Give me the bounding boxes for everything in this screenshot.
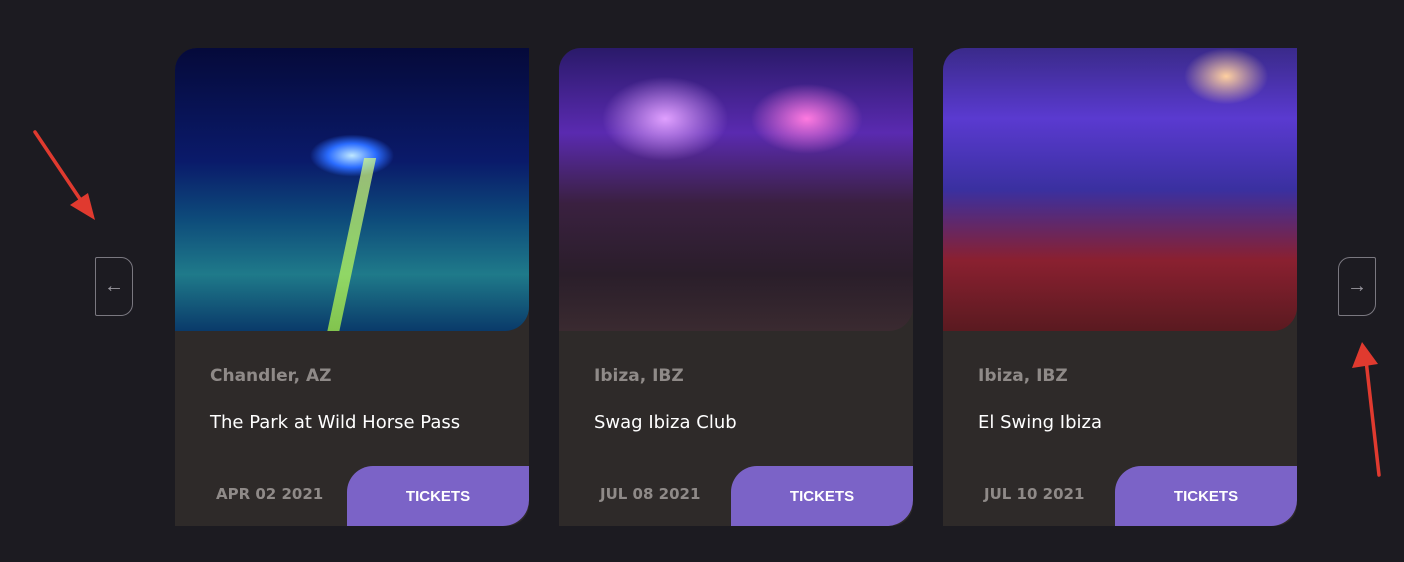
event-venue: El Swing Ibiza <box>978 412 1103 433</box>
tickets-button[interactable]: TICKETS <box>1115 466 1297 526</box>
event-location: Ibiza, IBZ <box>594 366 684 386</box>
prev-slide-button[interactable]: ← <box>95 257 133 316</box>
event-image <box>943 48 1297 331</box>
tickets-button[interactable]: TICKETS <box>731 466 913 526</box>
annotation-arrow-left <box>33 130 95 220</box>
event-image <box>559 48 913 331</box>
event-image <box>175 48 529 331</box>
event-date: JUL 08 2021 <box>600 485 701 503</box>
event-card: Ibiza, IBZ El Swing Ibiza JUL 10 2021 TI… <box>943 48 1297 526</box>
event-location: Chandler, AZ <box>210 366 332 386</box>
event-location: Ibiza, IBZ <box>978 366 1068 386</box>
event-card: Chandler, AZ The Park at Wild Horse Pass… <box>175 48 529 526</box>
annotation-arrow-right <box>1352 342 1381 477</box>
arrow-right-icon: → <box>1347 275 1367 297</box>
event-venue: The Park at Wild Horse Pass <box>210 412 461 433</box>
event-date: JUL 10 2021 <box>984 485 1085 503</box>
next-slide-button[interactable]: → <box>1338 257 1376 316</box>
event-venue: Swag Ibiza Club <box>594 412 737 433</box>
event-card: Ibiza, IBZ Swag Ibiza Club JUL 08 2021 T… <box>559 48 913 526</box>
tickets-button[interactable]: TICKETS <box>347 466 529 526</box>
arrow-left-icon: ← <box>104 275 124 297</box>
event-date: APR 02 2021 <box>216 485 324 503</box>
